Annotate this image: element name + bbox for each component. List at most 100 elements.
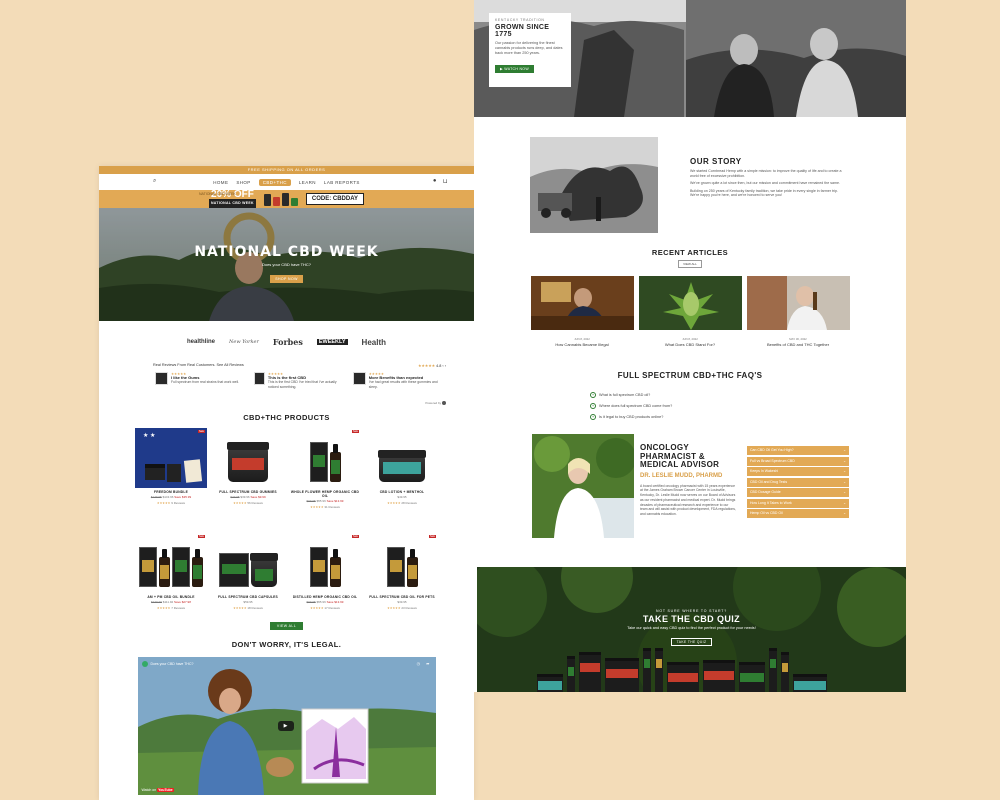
- product-card[interactable]: FULL SPECTRUM CBD CAPSULES $59.95 ★★★★★ …: [212, 533, 284, 610]
- product-card[interactable]: Sale WHOLE FLOWER HEMP ORGANIC CBD OIL $…: [289, 428, 361, 509]
- article-date: JUN 8, 2022: [682, 337, 698, 341]
- nav-home[interactable]: HOME: [213, 180, 228, 185]
- product-card[interactable]: Sale FULL SPECTRUM CBD OIL FOR PETS $39.…: [366, 533, 438, 610]
- search-icon[interactable]: ⌕: [153, 178, 157, 185]
- our-story-paragraph: Building on 250 years of Kentucky family…: [690, 188, 839, 198]
- quiz-product: [655, 648, 663, 692]
- faq-item[interactable]: + Is it legal to buy CBD products online?: [590, 414, 906, 420]
- accordion-item[interactable]: How Long It Takes to Work ⌄: [747, 498, 849, 508]
- accordion-item[interactable]: Hemp Oil vs CBD Oil ⌄: [747, 509, 849, 518]
- view-all-products-button[interactable]: VIEW ALL: [269, 622, 304, 630]
- reviews-section: Real Reviews From Real Customers. See Al…: [99, 363, 474, 411]
- hero-shop-button[interactable]: SHOP NOW: [270, 275, 303, 283]
- review-card[interactable]: ★★★★★ More Benefits than expected I've had…: [353, 372, 446, 389]
- article-title[interactable]: What Does CBD Stand For?: [639, 342, 742, 347]
- accordion-item[interactable]: CBD Dosage Guide ⌄: [747, 488, 849, 497]
- accordion-item[interactable]: CBD Oil and Drug Tests ⌄: [747, 477, 849, 487]
- take-quiz-button[interactable]: TAKE THE QUIZ: [670, 638, 713, 646]
- product-image[interactable]: Sale: [289, 428, 361, 488]
- sale-badge: Sale: [428, 535, 436, 538]
- product-image[interactable]: Sale: [289, 533, 361, 593]
- sale-badge: Sale: [351, 430, 359, 433]
- share-icon[interactable]: ➦: [426, 661, 429, 666]
- product-price: $39.96: [240, 495, 250, 499]
- article-card[interactable]: JUN 8, 2022 How Cannabis Became Illegal: [530, 276, 634, 347]
- review-card[interactable]: ★★★★★ I like the Gums Full spectrum from r…: [155, 372, 248, 389]
- product-name[interactable]: FULL SPECTRUM CBD CAPSULES: [212, 595, 284, 599]
- article-card[interactable]: MAY 30, 2022 Benefits of CBD and THC Tog…: [746, 276, 850, 347]
- watch-later-icon[interactable]: ◷: [417, 661, 421, 666]
- article-image[interactable]: [638, 276, 742, 330]
- quiz-banner: NOT SURE WHERE TO START? TAKE THE CBD QU…: [477, 567, 906, 692]
- faq-item[interactable]: + What is full spectrum CBD oil?: [590, 392, 906, 398]
- our-story-text: OUR STORY We started Cornbread Hemp with…: [690, 157, 846, 198]
- product-name[interactable]: WHOLE FLOWER HEMP ORGANIC CBD OIL: [289, 490, 361, 498]
- advisor-bio: A board certified oncology pharmacist wi…: [640, 483, 736, 517]
- nav-lab-reports[interactable]: LAB REPORTS: [324, 180, 360, 185]
- lotion-jar: [378, 450, 426, 482]
- capsules-box: [219, 553, 249, 587]
- promo-banner[interactable]: NATIONAL CBD WEEK 20% OFF NATIONAL CBD W…: [99, 190, 474, 208]
- our-story-paragraph: We've grown quite a lot since then, but …: [690, 181, 841, 186]
- product-card[interactable]: CBD LOTION + MENTHOL $49.95 ★★★★★ 28 Rev…: [366, 428, 438, 509]
- account-icon[interactable]: ●: [433, 178, 437, 185]
- faq-title: FULL SPECTRUM CBD+THC FAQ'S: [617, 371, 763, 380]
- product-name[interactable]: FULL SPECTRUM CBD OIL FOR PETS: [366, 595, 438, 599]
- nav-learn[interactable]: LEARN: [299, 180, 316, 185]
- product-image[interactable]: Sale: [135, 533, 207, 593]
- reviews-header-text[interactable]: Real Reviews From Real Customers. See Al…: [153, 363, 244, 368]
- product-review-count: 9 Reviews: [171, 501, 186, 505]
- articles-view-all-button[interactable]: VIEW ALL: [678, 260, 702, 268]
- capsules-jar: [250, 553, 278, 587]
- play-button-icon[interactable]: ▶: [277, 721, 294, 731]
- product-card[interactable]: Sale AM + PM CBD OIL BUNDLE $139.90 $111…: [135, 533, 207, 610]
- accordion-item[interactable]: Can CBD Oil Get You High? ⌄: [747, 446, 849, 455]
- oil-box: [386, 547, 405, 587]
- reviews-list: ★★★★★ I like the Gums Full spectrum from r…: [155, 372, 446, 389]
- articles-list: JUN 8, 2022 How Cannabis Became Illegal …: [474, 276, 906, 347]
- star-rating-icon: ★★★★★: [310, 505, 324, 509]
- article-date: MAY 30, 2022: [789, 337, 807, 341]
- product-card[interactable]: ★ ★ Sale FREEDOM BUNDLE $179.95 $143.96 …: [135, 428, 207, 509]
- product-name[interactable]: AM + PM CBD OIL BUNDLE: [135, 595, 207, 599]
- oil-bottle: [329, 444, 341, 482]
- chevron-down-icon: ⌄: [843, 500, 846, 505]
- watch-now-button[interactable]: ▶ WATCH NOW: [495, 64, 534, 73]
- nav-cbd-thc[interactable]: CBD+THC: [258, 178, 291, 186]
- article-image[interactable]: [746, 276, 850, 330]
- product-image[interactable]: [212, 428, 284, 488]
- product-name[interactable]: FULL SPECTRUM CBD GUMMIES: [212, 490, 284, 494]
- video-title: Does your CBD have THC?: [150, 662, 194, 666]
- quiz-product: [667, 662, 699, 692]
- accordion-item[interactable]: Keeps In Wakeshi ⌄: [747, 467, 849, 476]
- faq-item[interactable]: + Where does full spectrum CBD come from?: [590, 403, 906, 409]
- article-title[interactable]: How Cannabis Became Illegal: [531, 342, 634, 347]
- product-price: $143.96: [162, 495, 174, 499]
- recent-articles-section: RECENT ARTICLES VIEW ALL JUN 8, 2022 How…: [474, 248, 906, 347]
- article-card[interactable]: JUN 8, 2022 What Does CBD Stand For?: [638, 276, 742, 347]
- watch-on-youtube[interactable]: Watch on YouTube: [142, 788, 174, 792]
- our-story-section: OUR STORY We started Cornbread Hemp with…: [474, 117, 906, 234]
- article-image[interactable]: [530, 276, 634, 330]
- review-card[interactable]: ★★★★★ This is the first CBD This is the fi…: [254, 372, 347, 389]
- video-title-bar[interactable]: Does your CBD have THC?: [141, 661, 194, 667]
- product-name[interactable]: DISTILLED HEMP ORGANIC CBD OIL: [289, 595, 361, 599]
- press-logo-health: Health: [361, 337, 386, 347]
- quiz-product: [781, 652, 789, 692]
- quiz-text: NOT SURE WHERE TO START? TAKE THE CBD QU…: [477, 609, 906, 648]
- article-title[interactable]: Benefits of CBD and THC Together: [747, 342, 850, 347]
- product-card[interactable]: FULL SPECTRUM CBD GUMMIES $49.95 $39.96 …: [212, 428, 284, 509]
- cart-icon[interactable]: ⊔: [443, 178, 448, 185]
- nav-shop[interactable]: SHOP: [236, 180, 250, 185]
- product-image[interactable]: Sale: [366, 533, 438, 593]
- product-image[interactable]: [212, 533, 284, 593]
- accordion-item[interactable]: Full vs Broad Spectrum CBD ⌄: [747, 456, 849, 466]
- recent-articles-title: RECENT ARTICLES: [651, 248, 729, 257]
- product-image[interactable]: [366, 428, 438, 488]
- product-name[interactable]: CBD LOTION + MENTHOL: [366, 490, 438, 494]
- product-image[interactable]: ★ ★ Sale: [135, 428, 207, 488]
- product-card[interactable]: Sale DISTILLED HEMP ORGANIC CBD OIL $69.…: [289, 533, 361, 610]
- video-player[interactable]: Does your CBD have THC? ◷ ➦ ▶ Watch on Yo…: [137, 657, 436, 795]
- product-price: $49.95: [397, 495, 407, 499]
- product-name[interactable]: FREEDOM BUNDLE: [135, 490, 207, 494]
